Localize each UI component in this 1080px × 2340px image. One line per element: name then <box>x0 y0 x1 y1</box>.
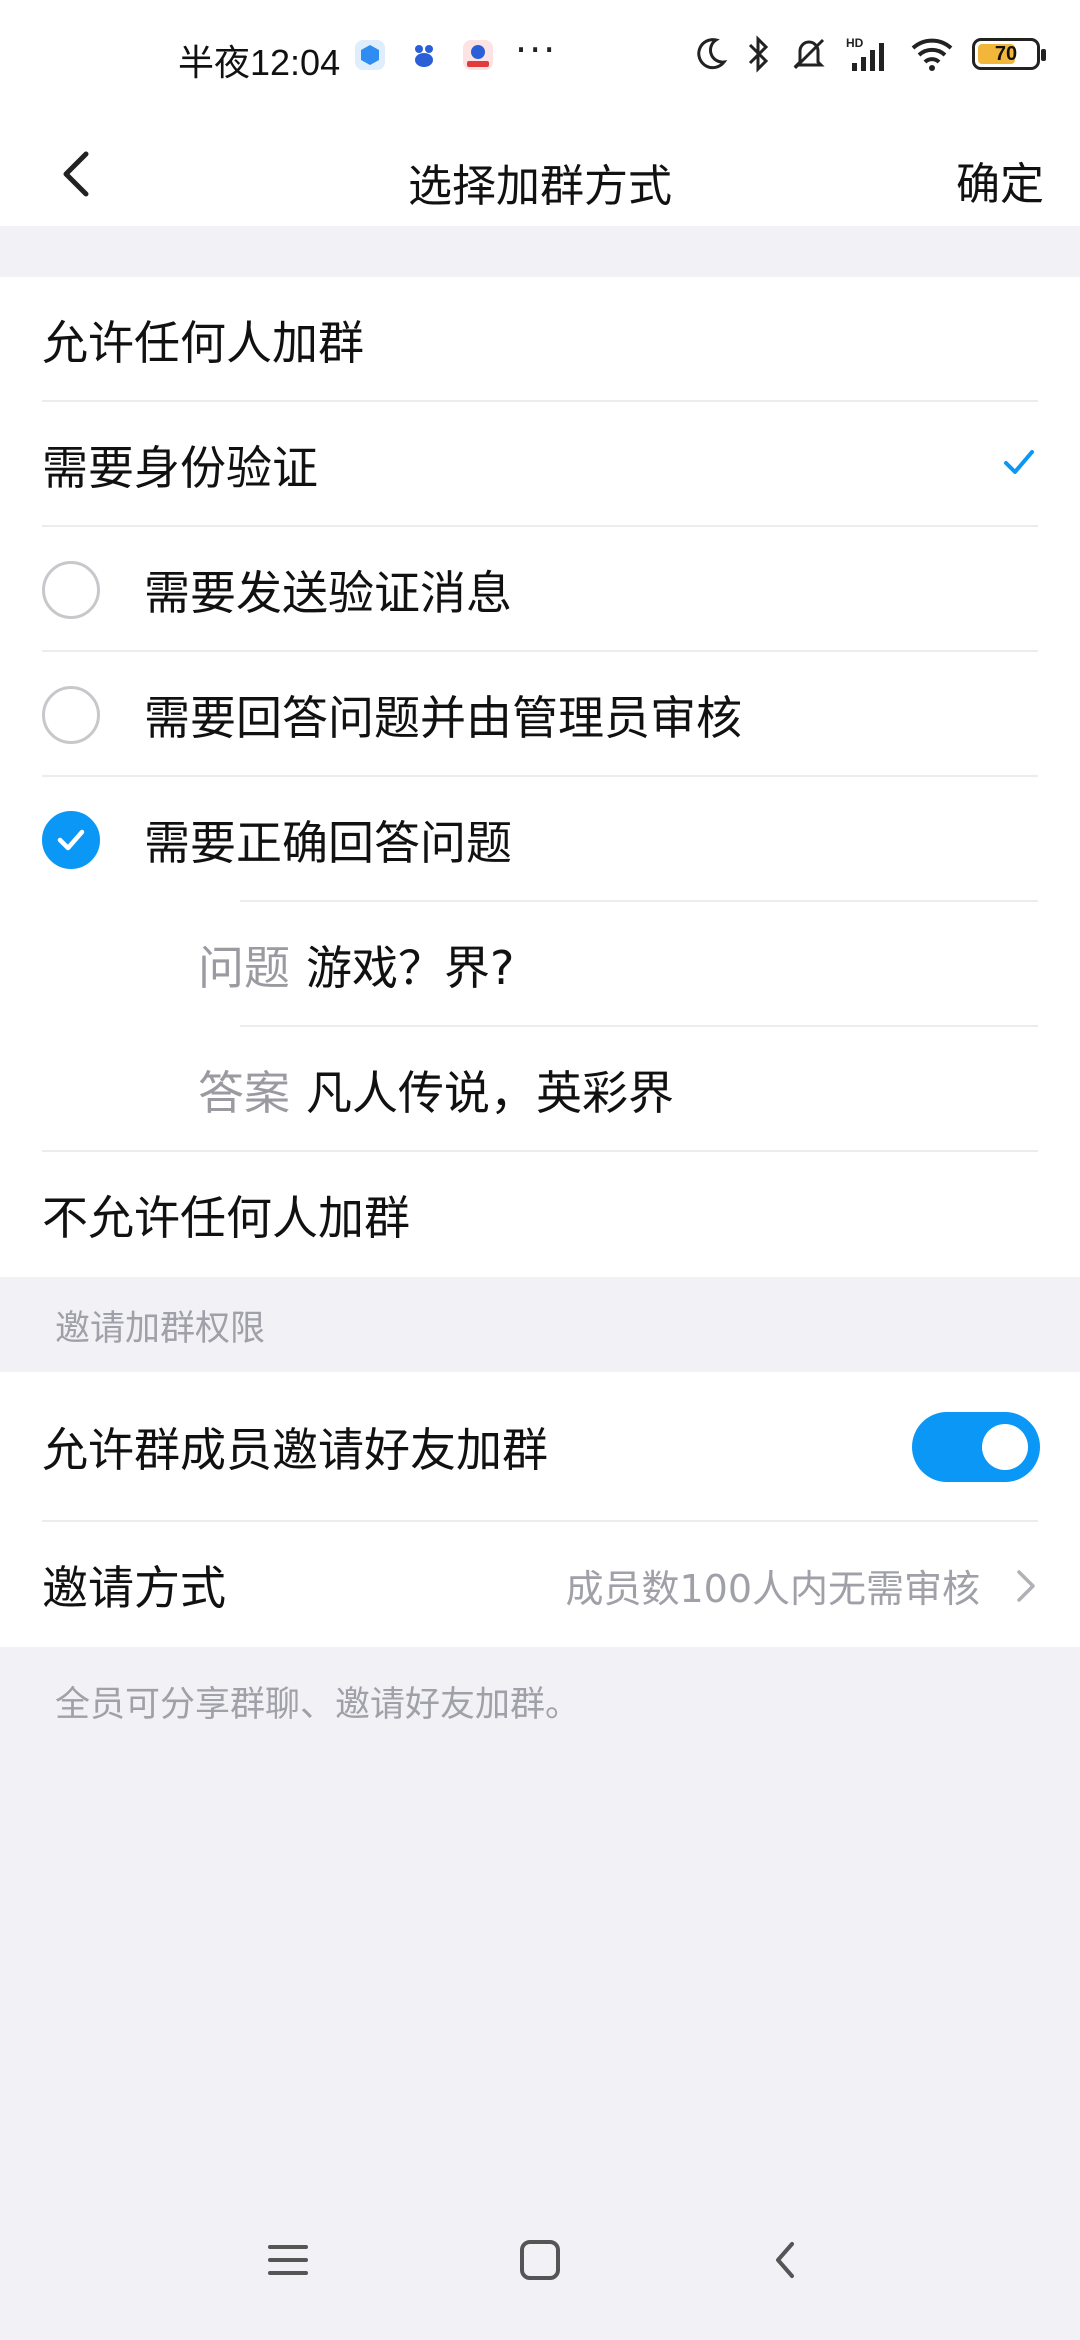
status-notification-icons <box>355 40 493 70</box>
menu-icon <box>268 2245 308 2275</box>
nav-bar: 选择加群方式 确定 <box>0 120 1080 226</box>
option-need-verification[interactable]: 需要身份验证 <box>0 402 1080 527</box>
back-triangle-icon <box>776 2242 794 2278</box>
option-disallow-anyone-label: 不允许任何人加群 <box>42 1190 410 1245</box>
bluetooth-icon <box>748 35 769 73</box>
option-disallow-anyone[interactable]: 不允许任何人加群 <box>0 1152 1080 1277</box>
sub-option-label: 需要回答问题并由管理员审核 <box>144 690 742 745</box>
radio-unchecked-icon[interactable] <box>42 685 100 744</box>
answer-key: 答案 <box>198 1065 290 1120</box>
question-row[interactable]: 问题 游戏？界? <box>0 902 1080 1027</box>
mute-bell-icon <box>793 38 825 70</box>
invite-method-row[interactable]: 邀请方式 成员数100人内无需审核 <box>0 1522 1080 1647</box>
signal-icon: HD <box>846 36 884 71</box>
battery-icon: 70 <box>972 38 1046 70</box>
radio-checked-icon[interactable] <box>42 810 100 869</box>
invite-method-label: 邀请方式 <box>42 1560 226 1615</box>
battery-level: 70 <box>994 42 1018 65</box>
status-right-icons: HD 70 <box>692 34 1046 74</box>
answer-row[interactable]: 答案 凡人传说，英彩界 <box>0 1027 1080 1152</box>
question-key: 问题 <box>198 940 290 995</box>
radio-unchecked-icon[interactable] <box>42 560 100 619</box>
system-nav-bar <box>0 2230 1080 2310</box>
question-value[interactable]: 游戏？界? <box>306 932 514 998</box>
invite-footer-note: 全员可分享群聊、邀请好友加群。 <box>55 1685 581 1725</box>
option-allow-anyone-label: 允许任何人加群 <box>42 315 364 370</box>
sub-option-label: 需要发送验证消息 <box>144 565 512 620</box>
moon-icon <box>697 38 728 70</box>
sub-option-label: 需要正确回答问题 <box>144 815 512 870</box>
home-square-icon <box>520 2240 560 2280</box>
system-back-button[interactable] <box>756 2230 816 2290</box>
toggle-knob <box>982 1424 1028 1470</box>
option-need-verification-label: 需要身份验证 <box>42 440 318 495</box>
app-notification-icon-3 <box>463 40 493 70</box>
sub-option-answer-admin-review[interactable]: 需要回答问题并由管理员审核 <box>0 652 1080 777</box>
page-title: 选择加群方式 <box>408 161 672 212</box>
allow-member-invite-row: 允许群成员邀请好友加群 <box>0 1372 1080 1522</box>
chevron-right-icon <box>1017 1570 1035 1602</box>
invite-section: 允许群成员邀请好友加群 邀请方式 成员数100人内无需审核 <box>0 1372 1080 1647</box>
confirm-button[interactable]: 确定 <box>956 148 1044 212</box>
status-more-icon: ··· <box>515 28 558 72</box>
status-bar: 半夜12:04 ··· HD 70 <box>0 0 1080 120</box>
answer-value[interactable]: 凡人传说，英彩界 <box>306 1057 674 1123</box>
invite-method-value: 成员数100人内无需审核 <box>565 1567 980 1611</box>
allow-member-invite-label: 允许群成员邀请好友加群 <box>42 1423 548 1477</box>
app-notification-icon-1 <box>355 40 385 70</box>
wifi-icon <box>911 38 953 71</box>
svg-text:HD: HD <box>846 36 864 50</box>
invite-section-header: 邀请加群权限 <box>55 1309 266 1349</box>
home-button[interactable] <box>510 2230 570 2290</box>
sub-option-answer-correctly[interactable]: 需要正确回答问题 <box>0 777 1080 902</box>
status-time: 半夜12:04 <box>178 42 341 83</box>
sub-option-send-message[interactable]: 需要发送验证消息 <box>0 527 1080 652</box>
app-notification-icon-2 <box>409 40 439 70</box>
join-options-section: 允许任何人加群 需要身份验证 需要发送验证消息 需要回答问题并由管理员审核 需要… <box>0 277 1080 1277</box>
allow-member-invite-toggle[interactable] <box>912 1412 1040 1482</box>
checkmark-icon <box>1004 450 1034 474</box>
option-allow-anyone[interactable]: 允许任何人加群 <box>0 277 1080 402</box>
menu-button[interactable] <box>258 2230 318 2290</box>
